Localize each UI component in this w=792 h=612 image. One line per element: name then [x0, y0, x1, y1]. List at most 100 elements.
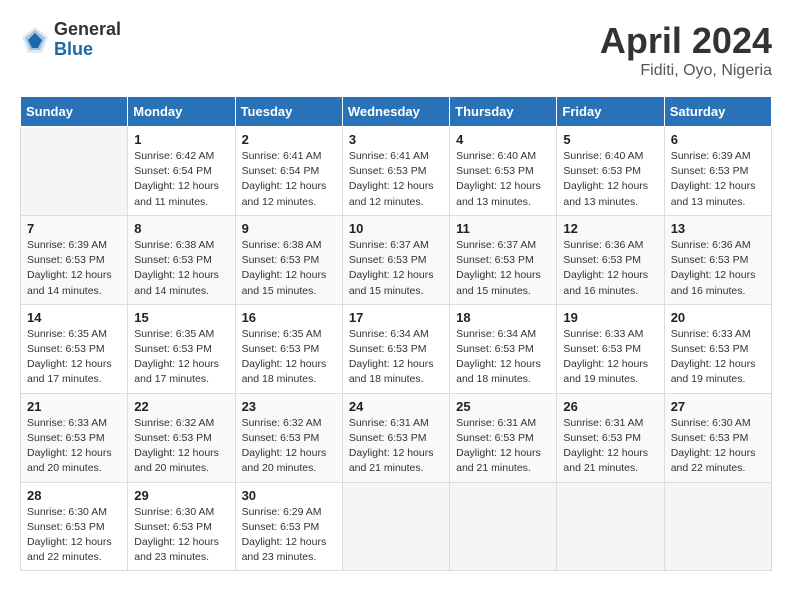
day-number: 16 [242, 310, 336, 325]
calendar-day-cell: 2 Sunrise: 6:41 AMSunset: 6:54 PMDaylight… [235, 127, 342, 216]
calendar-day-cell: 9 Sunrise: 6:38 AMSunset: 6:53 PMDaylight… [235, 215, 342, 304]
day-detail: Sunrise: 6:29 AMSunset: 6:53 PMDaylight:… [242, 505, 336, 566]
day-detail: Sunrise: 6:33 AMSunset: 6:53 PMDaylight:… [563, 327, 657, 388]
title-block: April 2024 Fiditi, Oyo, Nigeria [600, 20, 772, 80]
calendar-day-cell: 19 Sunrise: 6:33 AMSunset: 6:53 PMDayligh… [557, 304, 664, 393]
logo: General Blue [20, 20, 121, 60]
day-number: 9 [242, 221, 336, 236]
day-detail: Sunrise: 6:30 AMSunset: 6:53 PMDaylight:… [134, 505, 228, 566]
day-detail: Sunrise: 6:40 AMSunset: 6:53 PMDaylight:… [563, 149, 657, 210]
day-number: 19 [563, 310, 657, 325]
day-number: 30 [242, 488, 336, 503]
day-detail: Sunrise: 6:38 AMSunset: 6:53 PMDaylight:… [134, 238, 228, 299]
calendar-day-cell: 30 Sunrise: 6:29 AMSunset: 6:53 PMDayligh… [235, 482, 342, 571]
day-detail: Sunrise: 6:34 AMSunset: 6:53 PMDaylight:… [349, 327, 443, 388]
day-detail: Sunrise: 6:32 AMSunset: 6:53 PMDaylight:… [134, 416, 228, 477]
calendar-day-cell: 1 Sunrise: 6:42 AMSunset: 6:54 PMDaylight… [128, 127, 235, 216]
day-number: 10 [349, 221, 443, 236]
day-of-week-header: Friday [557, 97, 664, 127]
day-of-week-header: Thursday [450, 97, 557, 127]
day-detail: Sunrise: 6:35 AMSunset: 6:53 PMDaylight:… [27, 327, 121, 388]
calendar-day-cell: 15Sunrise: 6:35 AMSunset: 6:53 PMDayligh… [128, 304, 235, 393]
calendar-day-cell: 6Sunrise: 6:39 AMSunset: 6:53 PMDaylight… [664, 127, 771, 216]
day-detail: Sunrise: 6:33 AMSunset: 6:53 PMDaylight:… [671, 327, 765, 388]
calendar-day-cell: 28 Sunrise: 6:30 AMSunset: 6:53 PMDayligh… [21, 482, 128, 571]
calendar-day-cell [21, 127, 128, 216]
day-number: 11 [456, 221, 550, 236]
calendar-day-cell: 5 Sunrise: 6:40 AMSunset: 6:53 PMDaylight… [557, 127, 664, 216]
calendar-week-row: 28 Sunrise: 6:30 AMSunset: 6:53 PMDayligh… [21, 482, 772, 571]
day-detail: Sunrise: 6:38 AMSunset: 6:53 PMDaylight:… [242, 238, 336, 299]
calendar-day-cell: 17 Sunrise: 6:34 AMSunset: 6:53 PMDayligh… [342, 304, 449, 393]
calendar-week-row: 14 Sunrise: 6:35 AMSunset: 6:53 PMDayligh… [21, 304, 772, 393]
day-detail: Sunrise: 6:40 AMSunset: 6:53 PMDaylight:… [456, 149, 550, 210]
calendar-day-cell: 29 Sunrise: 6:30 AMSunset: 6:53 PMDayligh… [128, 482, 235, 571]
logo-blue: Blue [54, 40, 121, 60]
calendar-day-cell: 18Sunrise: 6:34 AMSunset: 6:53 PMDayligh… [450, 304, 557, 393]
calendar-day-cell: 10 Sunrise: 6:37 AMSunset: 6:53 PMDayligh… [342, 215, 449, 304]
calendar-day-cell: 12Sunrise: 6:36 AMSunset: 6:53 PMDayligh… [557, 215, 664, 304]
calendar-table: SundayMondayTuesdayWednesdayThursdayFrid… [20, 96, 772, 571]
day-number: 26 [563, 399, 657, 414]
day-detail: Sunrise: 6:31 AMSunset: 6:53 PMDaylight:… [456, 416, 550, 477]
day-number: 23 [242, 399, 336, 414]
calendar-day-cell [557, 482, 664, 571]
calendar-day-cell [450, 482, 557, 571]
logo-general: General [54, 20, 121, 40]
calendar-day-cell [664, 482, 771, 571]
day-number: 24 [349, 399, 443, 414]
day-detail: Sunrise: 6:31 AMSunset: 6:53 PMDaylight:… [563, 416, 657, 477]
day-number: 5 [563, 132, 657, 147]
calendar-day-cell: 7Sunrise: 6:39 AMSunset: 6:53 PMDaylight… [21, 215, 128, 304]
calendar-day-cell: 8 Sunrise: 6:38 AMSunset: 6:53 PMDaylight… [128, 215, 235, 304]
calendar-day-cell: 25Sunrise: 6:31 AMSunset: 6:53 PMDayligh… [450, 393, 557, 482]
day-of-week-header: Wednesday [342, 97, 449, 127]
day-of-week-header: Tuesday [235, 97, 342, 127]
day-number: 4 [456, 132, 550, 147]
day-number: 2 [242, 132, 336, 147]
day-detail: Sunrise: 6:30 AMSunset: 6:53 PMDaylight:… [27, 505, 121, 566]
day-number: 3 [349, 132, 443, 147]
day-number: 20 [671, 310, 765, 325]
month-title: April 2024 [600, 20, 772, 62]
day-number: 13 [671, 221, 765, 236]
day-number: 28 [27, 488, 121, 503]
calendar-header-row: SundayMondayTuesdayWednesdayThursdayFrid… [21, 97, 772, 127]
calendar-day-cell: 22Sunrise: 6:32 AMSunset: 6:53 PMDayligh… [128, 393, 235, 482]
day-of-week-header: Sunday [21, 97, 128, 127]
day-detail: Sunrise: 6:36 AMSunset: 6:53 PMDaylight:… [671, 238, 765, 299]
day-of-week-header: Monday [128, 97, 235, 127]
day-detail: Sunrise: 6:31 AMSunset: 6:53 PMDaylight:… [349, 416, 443, 477]
day-detail: Sunrise: 6:37 AMSunset: 6:53 PMDaylight:… [349, 238, 443, 299]
day-detail: Sunrise: 6:41 AMSunset: 6:54 PMDaylight:… [242, 149, 336, 210]
day-number: 17 [349, 310, 443, 325]
day-number: 1 [134, 132, 228, 147]
calendar-day-cell: 3 Sunrise: 6:41 AMSunset: 6:53 PMDaylight… [342, 127, 449, 216]
calendar-day-cell: 14 Sunrise: 6:35 AMSunset: 6:53 PMDayligh… [21, 304, 128, 393]
calendar-day-cell: 23Sunrise: 6:32 AMSunset: 6:53 PMDayligh… [235, 393, 342, 482]
page-header: General Blue April 2024 Fiditi, Oyo, Nig… [20, 20, 772, 80]
day-detail: Sunrise: 6:42 AMSunset: 6:54 PMDaylight:… [134, 149, 228, 210]
calendar-day-cell: 11Sunrise: 6:37 AMSunset: 6:53 PMDayligh… [450, 215, 557, 304]
calendar-day-cell: 21Sunrise: 6:33 AMSunset: 6:53 PMDayligh… [21, 393, 128, 482]
day-number: 29 [134, 488, 228, 503]
calendar-day-cell: 26 Sunrise: 6:31 AMSunset: 6:53 PMDayligh… [557, 393, 664, 482]
day-detail: Sunrise: 6:39 AMSunset: 6:53 PMDaylight:… [27, 238, 121, 299]
logo-icon [20, 25, 50, 55]
day-number: 8 [134, 221, 228, 236]
calendar-day-cell [342, 482, 449, 571]
calendar-day-cell: 20 Sunrise: 6:33 AMSunset: 6:53 PMDayligh… [664, 304, 771, 393]
calendar-day-cell: 13 Sunrise: 6:36 AMSunset: 6:53 PMDayligh… [664, 215, 771, 304]
calendar-day-cell: 27 Sunrise: 6:30 AMSunset: 6:53 PMDayligh… [664, 393, 771, 482]
calendar-week-row: 7Sunrise: 6:39 AMSunset: 6:53 PMDaylight… [21, 215, 772, 304]
day-number: 21 [27, 399, 121, 414]
day-detail: Sunrise: 6:41 AMSunset: 6:53 PMDaylight:… [349, 149, 443, 210]
day-number: 14 [27, 310, 121, 325]
calendar-week-row: 21Sunrise: 6:33 AMSunset: 6:53 PMDayligh… [21, 393, 772, 482]
day-number: 18 [456, 310, 550, 325]
day-number: 12 [563, 221, 657, 236]
day-number: 6 [671, 132, 765, 147]
calendar-day-cell: 16Sunrise: 6:35 AMSunset: 6:53 PMDayligh… [235, 304, 342, 393]
day-number: 27 [671, 399, 765, 414]
day-detail: Sunrise: 6:30 AMSunset: 6:53 PMDaylight:… [671, 416, 765, 477]
